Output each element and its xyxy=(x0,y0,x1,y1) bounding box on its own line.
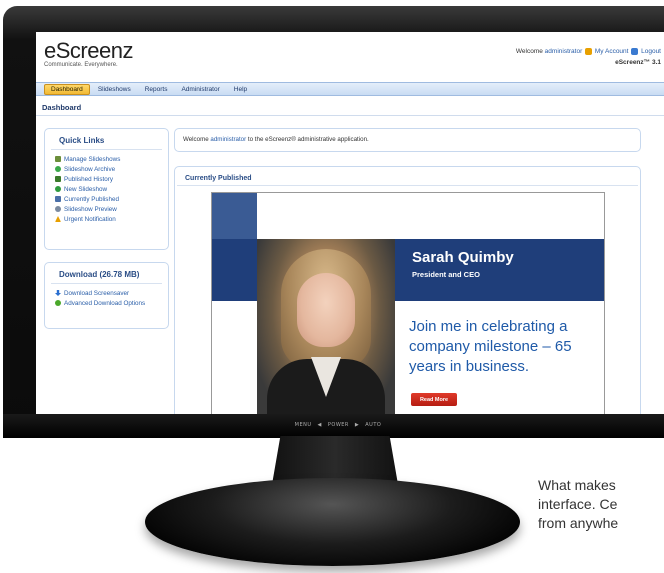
warning-icon xyxy=(55,216,61,222)
advanced-download-options-link[interactable]: Advanced Download Options xyxy=(55,298,168,308)
options-icon xyxy=(55,300,61,306)
download-title: Download (26.78 MB) xyxy=(51,263,162,284)
slideshow-icon xyxy=(55,156,61,162)
quick-link-slideshow-archive[interactable]: Slideshow Archive xyxy=(55,164,168,174)
quick-link-label: Published History xyxy=(64,175,113,183)
quick-link-currently-published[interactable]: Currently Published xyxy=(55,194,168,204)
marketing-caption: What makes interface. Ce from anywhe xyxy=(538,476,664,533)
welcome-username: administrator xyxy=(544,48,583,56)
published-icon xyxy=(55,196,61,202)
escreenz-logo[interactable]: eScreenz xyxy=(44,38,133,64)
tab-help[interactable]: Help xyxy=(228,85,253,94)
monitor-frame: eScreenz Communicate. Everywhere. Welcom… xyxy=(3,6,664,428)
left-arrow-button[interactable]: ◀ xyxy=(318,422,322,428)
quick-link-label: New Slideshow xyxy=(64,185,108,193)
quick-link-label: Slideshow Archive xyxy=(64,165,116,173)
page-title: Dashboard xyxy=(42,103,82,112)
power-button[interactable]: POWER xyxy=(328,422,349,428)
photo-face xyxy=(297,273,355,347)
quick-link-label: Slideshow Preview xyxy=(64,205,117,213)
download-panel: Download (26.78 MB) Download Screensaver… xyxy=(44,262,169,329)
logo-tagline: Communicate. Everywhere. xyxy=(44,62,118,68)
header-divider xyxy=(36,115,664,116)
quick-link-label: Manage Slideshows xyxy=(64,155,121,163)
quick-link-label: Currently Published xyxy=(64,195,119,203)
add-icon xyxy=(55,186,61,192)
menu-button[interactable]: MENU xyxy=(295,422,312,428)
quick-link-urgent-notification[interactable]: Urgent Notification xyxy=(55,214,168,224)
welcome-message-suffix: to the eScreenz® administrative applicat… xyxy=(247,136,369,143)
read-more-button[interactable]: Read More xyxy=(411,393,457,406)
right-arrow-button[interactable]: ▶ xyxy=(355,422,359,428)
slide-message: Join me in celebrating a company milesto… xyxy=(409,318,572,375)
tab-reports[interactable]: Reports xyxy=(139,85,174,94)
quick-links-panel: Quick Links Manage Slideshows Slideshow … xyxy=(44,128,169,250)
account-icon xyxy=(585,48,593,55)
quick-links-list: Manage Slideshows Slideshow Archive Publ… xyxy=(45,154,168,224)
tab-slideshows[interactable]: Slideshows xyxy=(92,85,137,94)
auto-button[interactable]: AUTO xyxy=(365,422,381,428)
slide-accent-block xyxy=(212,193,257,239)
download-list: Download Screensaver Advanced Download O… xyxy=(45,288,168,308)
download-label: Download Screensaver xyxy=(64,289,130,297)
monitor-screen: eScreenz Communicate. Everywhere. Welcom… xyxy=(36,32,664,420)
quick-link-published-history[interactable]: Published History xyxy=(55,174,168,184)
welcome-message-prefix: Welcome xyxy=(183,136,209,143)
slide-name: Sarah Quimby xyxy=(412,249,514,266)
quick-link-slideshow-preview[interactable]: Slideshow Preview xyxy=(55,204,168,214)
version-label: eScreenz™ 3.1 xyxy=(615,59,661,66)
slide-role: President and CEO xyxy=(412,270,480,279)
main-nav: Dashboard Slideshows Reports Administrat… xyxy=(36,82,664,96)
monitor-base xyxy=(145,478,520,566)
tab-administrator[interactable]: Administrator xyxy=(175,85,225,94)
caption-line: What makes xyxy=(538,477,616,493)
welcome-panel: Welcome administrator to the eScreenz® a… xyxy=(174,128,641,152)
caption-line: from anywhe xyxy=(538,515,619,531)
ceo-photo xyxy=(257,239,395,420)
welcome-bar: Welcome administrator My Account Logout xyxy=(516,48,661,55)
tab-dashboard[interactable]: Dashboard xyxy=(44,83,90,95)
download-icon xyxy=(55,290,61,296)
welcome-message: Welcome administrator to the eScreenz® a… xyxy=(175,129,640,150)
download-label: Advanced Download Options xyxy=(64,299,146,307)
logout-link[interactable]: Logout xyxy=(641,48,661,55)
monitor-controls: MENU ◀ POWER ▶ AUTO xyxy=(282,420,394,430)
preview-icon xyxy=(55,206,61,212)
app-header: eScreenz Communicate. Everywhere. Welcom… xyxy=(36,32,664,82)
caption-line: interface. Ce xyxy=(538,496,618,512)
published-slide[interactable]: Sarah Quimby President and CEO Join me i… xyxy=(211,192,605,420)
logout-icon xyxy=(631,48,639,55)
welcome-message-user: administrator xyxy=(210,136,247,143)
quick-links-title: Quick Links xyxy=(51,129,162,150)
quick-link-new-slideshow[interactable]: New Slideshow xyxy=(55,184,168,194)
download-screensaver-link[interactable]: Download Screensaver xyxy=(55,288,168,298)
quick-link-manage-slideshows[interactable]: Manage Slideshows xyxy=(55,154,168,164)
archive-icon xyxy=(55,166,61,172)
currently-published-title: Currently Published xyxy=(177,167,638,186)
my-account-link[interactable]: My Account xyxy=(595,48,629,55)
welcome-text: Welcome xyxy=(515,48,543,56)
quick-link-label: Urgent Notification xyxy=(64,215,116,223)
history-icon xyxy=(55,176,61,182)
